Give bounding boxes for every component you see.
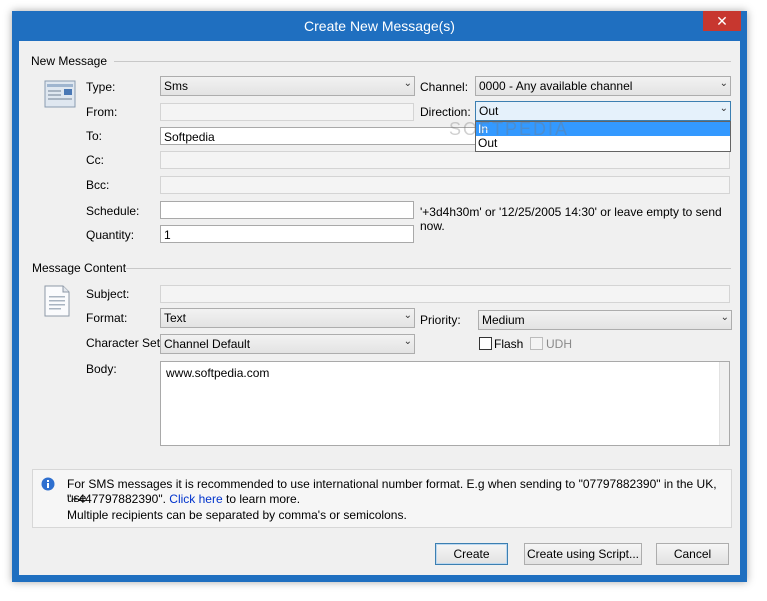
info-line-2-suffix: to learn more. (226, 492, 301, 506)
chevron-down-icon: ⌄ (403, 310, 412, 321)
dialog-body: New Message Type: Sms ⌄ From: To: Softpe… (19, 41, 740, 575)
cc-field[interactable] (160, 151, 730, 169)
close-icon: ✕ (716, 13, 728, 29)
body-scrollbar[interactable] (719, 362, 729, 445)
udh-label: UDH (546, 337, 572, 351)
bcc-label: Bcc: (86, 178, 110, 192)
type-dropdown[interactable]: Sms ⌄ (160, 76, 415, 96)
character-set-dropdown[interactable]: Channel Default ⌄ (160, 334, 415, 354)
create-button[interactable]: Create (435, 543, 508, 565)
info-line-2: "+447797882390". Click here to learn mor… (67, 492, 300, 506)
format-label: Format: (86, 311, 128, 325)
info-icon (41, 477, 55, 494)
priority-value: Medium (482, 313, 525, 327)
schedule-label: Schedule: (86, 204, 140, 218)
schedule-field[interactable] (160, 201, 414, 219)
to-field[interactable]: Softpedia (160, 127, 480, 145)
window-title: Create New Message(s) (304, 18, 455, 34)
message-window-icon (44, 80, 76, 113)
bcc-field[interactable] (160, 176, 730, 194)
from-label: From: (86, 105, 118, 119)
channel-value: 0000 - Any available channel (479, 79, 633, 93)
title-bar[interactable]: Create New Message(s) ✕ (12, 11, 747, 41)
character-set-label: Character Set: (86, 336, 164, 350)
create-using-script-button[interactable]: Create using Script... (524, 543, 642, 565)
schedule-hint: '+3d4h30m' or '12/25/2005 14:30' or leav… (420, 205, 722, 233)
quantity-label: Quantity: (86, 228, 135, 242)
document-icon (43, 285, 71, 320)
character-set-value: Channel Default (164, 337, 251, 351)
body-text: www.softpedia.com (166, 366, 270, 380)
section-divider (114, 61, 731, 62)
priority-label: Priority: (420, 313, 461, 327)
body-textarea[interactable]: www.softpedia.com (160, 361, 730, 446)
udh-checkbox[interactable] (530, 337, 543, 350)
subject-label: Subject: (86, 287, 130, 301)
chevron-down-icon: ⌄ (403, 336, 412, 347)
chevron-down-icon: ⌄ (719, 103, 728, 114)
direction-label: Direction: (420, 105, 471, 119)
format-value: Text (164, 311, 187, 325)
chevron-down-icon: ⌄ (719, 78, 728, 89)
body-label: Body: (86, 362, 117, 376)
close-button[interactable]: ✕ (703, 11, 741, 31)
direction-value: Out (479, 104, 499, 118)
message-content-section-title: Message Content (32, 261, 127, 275)
info-line-3: Multiple recipients can be separated by … (67, 508, 407, 522)
channel-label: Channel: (420, 80, 469, 94)
format-dropdown[interactable]: Text ⌄ (160, 308, 415, 328)
watermark: SOFTPEDIA (449, 119, 570, 139)
info-line-2-prefix: "+447797882390". (67, 492, 166, 506)
chevron-down-icon: ⌄ (720, 312, 729, 323)
priority-dropdown[interactable]: Medium ⌄ (478, 310, 732, 330)
to-label: To: (86, 129, 103, 143)
dialog-window: Create New Message(s) ✕ New Message Type… (12, 11, 747, 582)
type-label: Type: (86, 80, 116, 94)
info-panel: For SMS messages it is recommended to us… (32, 469, 732, 528)
new-message-section-title: New Message (31, 54, 108, 68)
flash-label: Flash (494, 337, 524, 351)
type-value: Sms (164, 79, 188, 93)
cancel-button[interactable]: Cancel (656, 543, 729, 565)
flash-checkbox[interactable] (479, 337, 492, 350)
channel-dropdown[interactable]: 0000 - Any available channel ⌄ (475, 76, 731, 96)
cc-label: Cc: (86, 153, 104, 167)
from-field[interactable] (160, 103, 414, 121)
click-here-link[interactable]: Click here (169, 492, 222, 506)
direction-dropdown[interactable]: Out ⌄ (475, 101, 731, 121)
chevron-down-icon: ⌄ (403, 78, 412, 89)
quantity-field[interactable]: 1 (160, 225, 414, 243)
subject-field[interactable] (160, 285, 730, 303)
section-divider (126, 268, 731, 269)
